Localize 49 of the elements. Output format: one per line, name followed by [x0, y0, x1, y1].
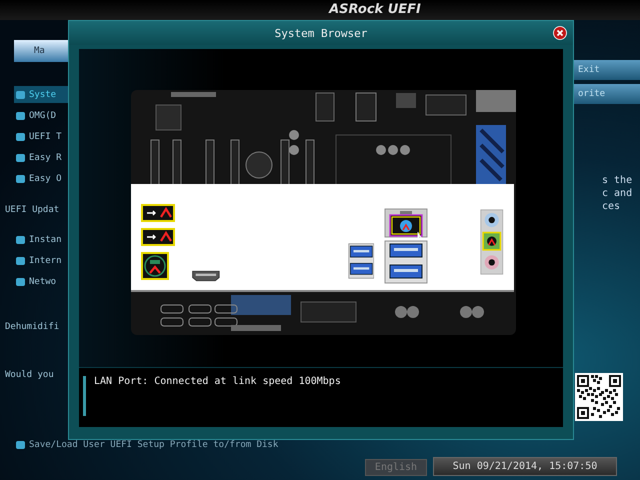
sidebar-item[interactable]: Easy R — [14, 149, 68, 166]
sidebar-item[interactable]: OMG(D — [14, 107, 68, 124]
ps2-port-icon — [141, 252, 169, 280]
sidebar-item[interactable]: UEFI T — [14, 128, 68, 145]
expansion-slot — [230, 140, 240, 186]
close-icon[interactable] — [553, 26, 567, 40]
description-text: ces — [602, 200, 622, 213]
expansion-slot — [280, 140, 290, 186]
menu-item-text[interactable]: Save/Load User UEFI Setup Profile to/from Disk — [16, 440, 278, 450]
chip-drawing — [316, 92, 334, 122]
chip-drawing — [156, 104, 182, 130]
connector-drawing — [171, 92, 216, 97]
chip-drawing — [356, 92, 376, 122]
connector-drawing — [476, 90, 516, 112]
description-text: s the — [602, 174, 634, 187]
battery-drawing — [246, 152, 272, 178]
lan-port-icon[interactable] — [384, 208, 428, 238]
expansion-slot — [306, 140, 314, 186]
chip-drawing — [396, 93, 416, 108]
port-status-text: LAN Port: Connected at link speed 100Mbps — [94, 376, 341, 387]
prompt-text: Would you — [5, 370, 55, 380]
heatsink-drawing — [476, 125, 506, 185]
chip-drawing — [300, 302, 356, 322]
expansion-slot — [150, 140, 160, 186]
main-tab[interactable]: Ma — [14, 40, 68, 62]
usb-port-icon — [141, 228, 175, 246]
sidebar-item[interactable]: Syste — [14, 86, 68, 103]
capacitors-drawing — [395, 306, 419, 318]
sidebar-item[interactable]: Netwo — [14, 273, 68, 290]
sidebar-item[interactable]: Intern — [14, 252, 68, 269]
connector-drawing — [231, 325, 281, 331]
sidebar-item[interactable]: Instan — [14, 231, 68, 248]
capacitors-drawing — [460, 306, 484, 318]
date-time: Sun 09/21/2014, 15:07:50 — [433, 457, 617, 476]
expansion-slot — [206, 140, 214, 186]
expansion-slot — [231, 295, 291, 315]
hdmi-port-icon — [191, 268, 221, 284]
logo-text: ASRock UEFI — [328, 1, 421, 19]
capacitors-drawing — [289, 130, 299, 155]
dialog-title: System Browser — [274, 26, 368, 40]
setting-label: Dehumidifi — [5, 322, 60, 332]
usb-port-icon — [141, 204, 175, 222]
connector-drawing — [426, 94, 466, 116]
usb3-ports-icon — [384, 240, 428, 284]
sidebar-item[interactable]: Easy O — [14, 170, 68, 187]
description-text: c and — [602, 187, 634, 200]
expansion-slot — [172, 140, 182, 186]
section-heading: UEFI Updat — [5, 205, 60, 215]
qr-code-icon — [575, 373, 623, 421]
